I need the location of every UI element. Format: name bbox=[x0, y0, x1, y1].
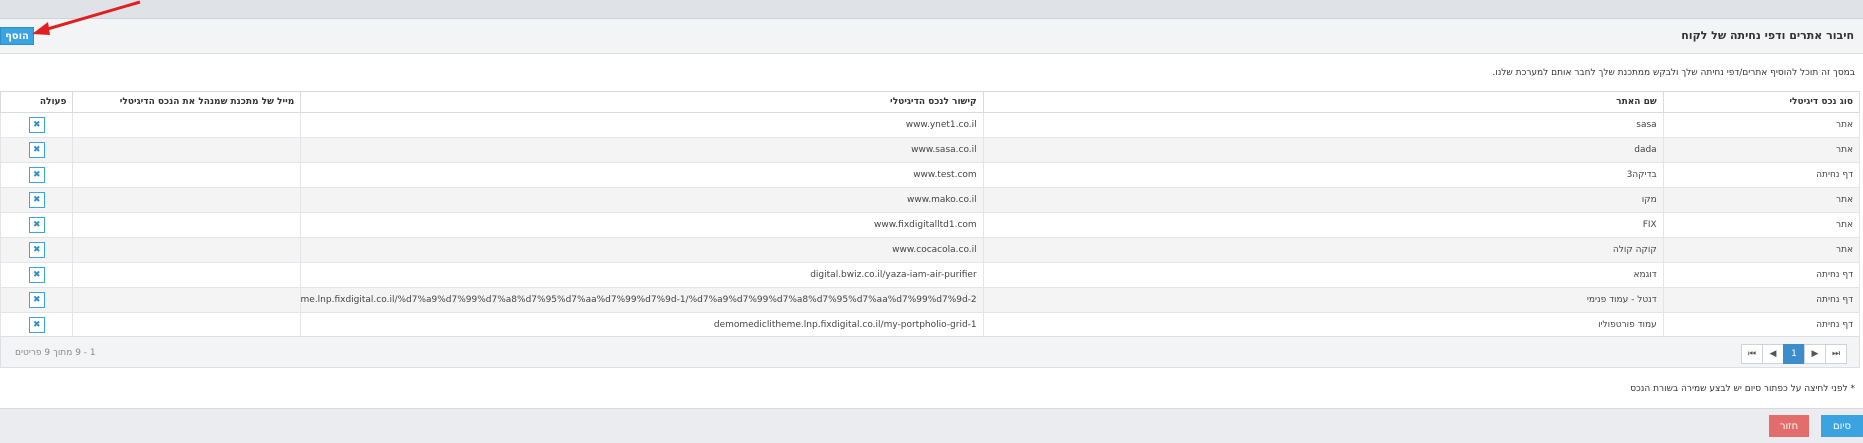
cell-asset-link: www.sasa.co.il bbox=[300, 137, 984, 163]
cell-action: ✖ bbox=[0, 212, 74, 238]
cell-developer-email bbox=[72, 237, 302, 263]
cell-developer-email bbox=[72, 262, 302, 288]
back-button[interactable]: חזור bbox=[1769, 415, 1809, 437]
cell-developer-email bbox=[72, 212, 302, 238]
next-page-button[interactable]: ▶ bbox=[1804, 344, 1826, 364]
table-row: אתר קוקה קולה www.cocacola.co.il ✖ bbox=[0, 237, 1861, 263]
header-site-name[interactable]: שם האתר bbox=[982, 91, 1664, 113]
cell-site-name: dada bbox=[982, 137, 1664, 163]
cell-asset-type: דף נחיתה bbox=[1662, 262, 1861, 288]
delete-row-button[interactable]: ✖ bbox=[28, 142, 45, 158]
table-row: דף נחיתה עמוד פורטפוליו demomediclitheme.l… bbox=[0, 312, 1861, 338]
cell-action: ✖ bbox=[0, 187, 74, 213]
table-row: אתר dada www.sasa.co.il ✖ bbox=[0, 137, 1861, 163]
cell-action: ✖ bbox=[0, 312, 74, 338]
cell-site-name: sasa bbox=[982, 112, 1664, 138]
delete-row-button[interactable]: ✖ bbox=[28, 267, 45, 283]
delete-row-button[interactable]: ✖ bbox=[28, 217, 45, 233]
cell-developer-email bbox=[72, 187, 302, 213]
cell-asset-type: דף נחיתה bbox=[1662, 312, 1861, 338]
cell-site-name: קוקה קולה bbox=[982, 237, 1664, 263]
pager: ⏮ ◀ 1 ▶ ⏭ bbox=[1741, 344, 1847, 364]
cell-site-name: עמוד פורטפוליו bbox=[982, 312, 1664, 338]
cell-asset-link: www.fixdigitalltd1.com bbox=[300, 212, 984, 238]
cell-asset-type: דף נחיתה bbox=[1662, 162, 1861, 188]
panel-title: חיבור אתרים ודפי נחיתה של לקוח bbox=[1681, 29, 1854, 42]
delete-row-button[interactable]: ✖ bbox=[28, 242, 45, 258]
panel-header: חיבור אתרים ודפי נחיתה של לקוח bbox=[0, 19, 1863, 54]
cell-developer-email bbox=[72, 287, 302, 313]
cell-asset-link: demomediclitheme.lnp.fixdigital.co.il/my… bbox=[300, 312, 984, 338]
header-developer-email[interactable]: מייל של מתכנת שמנהל את הנכס הדיגיטלי bbox=[72, 91, 302, 113]
cell-asset-link: digital.bwiz.co.il/yaza-iam-air-purifier bbox=[300, 262, 984, 288]
table-header-row: סוג נכס דיגיטלי שם האתר קישור לנכס הדיגי… bbox=[0, 91, 1861, 113]
header-asset-link[interactable]: קישור לנכס הדיגיטלי bbox=[300, 91, 984, 113]
cell-asset-type: אתר bbox=[1662, 137, 1861, 163]
cell-asset-type: דף נחיתה bbox=[1662, 287, 1861, 313]
cell-site-name: דוגמא bbox=[982, 262, 1664, 288]
table-row: דף נחיתה בדיקה3 www.test.com ✖ bbox=[0, 162, 1861, 188]
cell-site-name: בדיקה3 bbox=[982, 162, 1664, 188]
delete-row-button[interactable]: ✖ bbox=[28, 167, 45, 183]
cell-developer-email bbox=[72, 137, 302, 163]
footer-bar: סיום חזור bbox=[0, 408, 1863, 443]
cell-action: ✖ bbox=[0, 112, 74, 138]
cell-action: ✖ bbox=[0, 137, 74, 163]
cell-asset-link: www.ynet1.co.il bbox=[300, 112, 984, 138]
prev-page-button[interactable]: ◀ bbox=[1762, 344, 1784, 364]
pager-bar: ⏮ ◀ 1 ▶ ⏭ 1 - 9 מתוך 9 פריטים bbox=[0, 336, 1860, 368]
cell-developer-email bbox=[72, 112, 302, 138]
current-page-button[interactable]: 1 bbox=[1783, 344, 1805, 364]
table-row: אתר FIX www.fixdigitalltd1.com ✖ bbox=[0, 212, 1861, 238]
cell-action: ✖ bbox=[0, 287, 74, 313]
save-note: * לפני לחיצה על כפתור סיום יש לבצע שמירה… bbox=[1630, 384, 1855, 394]
cell-asset-type: אתר bbox=[1662, 237, 1861, 263]
cell-developer-email bbox=[72, 162, 302, 188]
table-row: אתר sasa www.ynet1.co.il ✖ bbox=[0, 112, 1861, 138]
cell-developer-email bbox=[72, 312, 302, 338]
cell-action: ✖ bbox=[0, 237, 74, 263]
cell-asset-link: demomediclitheme.lnp.fixdigital.co.il/%d… bbox=[300, 287, 984, 313]
delete-row-button[interactable]: ✖ bbox=[28, 192, 45, 208]
cell-action: ✖ bbox=[0, 262, 74, 288]
cell-site-name: דנטל - עמוד פנימי bbox=[982, 287, 1664, 313]
table-row: דף נחיתה דנטל - עמוד פנימי demomediclithem… bbox=[0, 287, 1861, 313]
cell-asset-type: אתר bbox=[1662, 187, 1861, 213]
assets-table: סוג נכס דיגיטלי שם האתר קישור לנכס הדיגי… bbox=[0, 91, 1861, 338]
table-row: אתר מקו www.mako.co.il ✖ bbox=[0, 187, 1861, 213]
header-action: פעולה bbox=[0, 91, 74, 113]
finish-button[interactable]: סיום bbox=[1821, 415, 1863, 437]
first-page-button[interactable]: ⏮ bbox=[1741, 344, 1763, 364]
intro-text: במסך זה תוכל להוסיף אתרים/דפי נחיתה שלך … bbox=[1492, 68, 1855, 78]
pager-info: 1 - 9 מתוך 9 פריטים bbox=[15, 348, 96, 358]
cell-asset-type: אתר bbox=[1662, 112, 1861, 138]
cell-asset-link: www.mako.co.il bbox=[300, 187, 984, 213]
cell-action: ✖ bbox=[0, 162, 74, 188]
cell-site-name: FIX bbox=[982, 212, 1664, 238]
cell-site-name: מקו bbox=[982, 187, 1664, 213]
cell-asset-link: www.test.com bbox=[300, 162, 984, 188]
header-asset-type[interactable]: סוג נכס דיגיטלי bbox=[1662, 91, 1861, 113]
cell-asset-link: www.cocacola.co.il bbox=[300, 237, 984, 263]
delete-row-button[interactable]: ✖ bbox=[28, 317, 45, 333]
last-page-button[interactable]: ⏭ bbox=[1825, 344, 1847, 364]
delete-row-button[interactable]: ✖ bbox=[28, 292, 45, 308]
cell-asset-type: אתר bbox=[1662, 212, 1861, 238]
red-arrow-annotation bbox=[32, 0, 141, 35]
table-row: דף נחיתה דוגמא digital.bwiz.co.il/yaza-iam… bbox=[0, 262, 1861, 288]
delete-row-button[interactable]: ✖ bbox=[28, 117, 45, 133]
top-strip bbox=[0, 0, 1863, 19]
